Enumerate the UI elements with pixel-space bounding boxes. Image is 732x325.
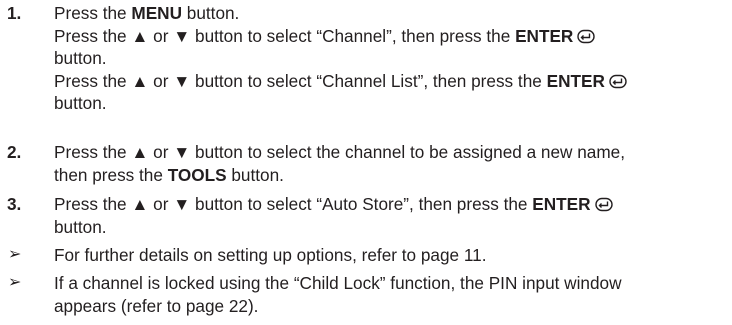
instruction-line: Press the ▲ or ▼ button to select “Auto … (54, 193, 726, 216)
step-number: 1. (7, 3, 22, 23)
enter-icon (609, 74, 627, 88)
instruction-line: Press the MENU button. (54, 3, 240, 23)
instruction-line: Press the ▲ or ▼ button to select the ch… (54, 142, 625, 162)
note-1: ➢ For further details on setting up opti… (0, 244, 732, 267)
enter-icon (577, 29, 596, 43)
step-2: 2. Press the ▲ or ▼ button to select the… (0, 141, 732, 186)
step-number: 2. (7, 142, 22, 162)
instruction-line: button. (54, 216, 107, 237)
note-line: appears (refer to page 22). (54, 295, 259, 316)
note-2: ➢ If a channel is locked using the “Chil… (0, 272, 732, 317)
note-line: For further details on setting up option… (54, 245, 487, 265)
instruction-line: button. (54, 48, 107, 69)
note-arrow-icon: ➢ (8, 246, 22, 263)
instruction-line: button. (54, 93, 107, 114)
note-arrow-icon: ➢ (8, 274, 22, 291)
note-line: If a channel is locked using the “Child … (54, 273, 622, 293)
enter-icon (594, 197, 613, 212)
instruction-line: Press the ▲ or ▼ button to select “Chann… (54, 25, 726, 48)
step-number: 3. (7, 194, 22, 214)
instruction-line: Press the ▲ or ▼ button to select “Chann… (54, 70, 726, 93)
step-3: 3. Press the ▲ or ▼ button to select “Au… (0, 193, 732, 238)
instruction-line: then press the TOOLS button. (54, 164, 284, 185)
step-1: 1. Press the MENU button. Press the ▲ or… (0, 2, 732, 115)
